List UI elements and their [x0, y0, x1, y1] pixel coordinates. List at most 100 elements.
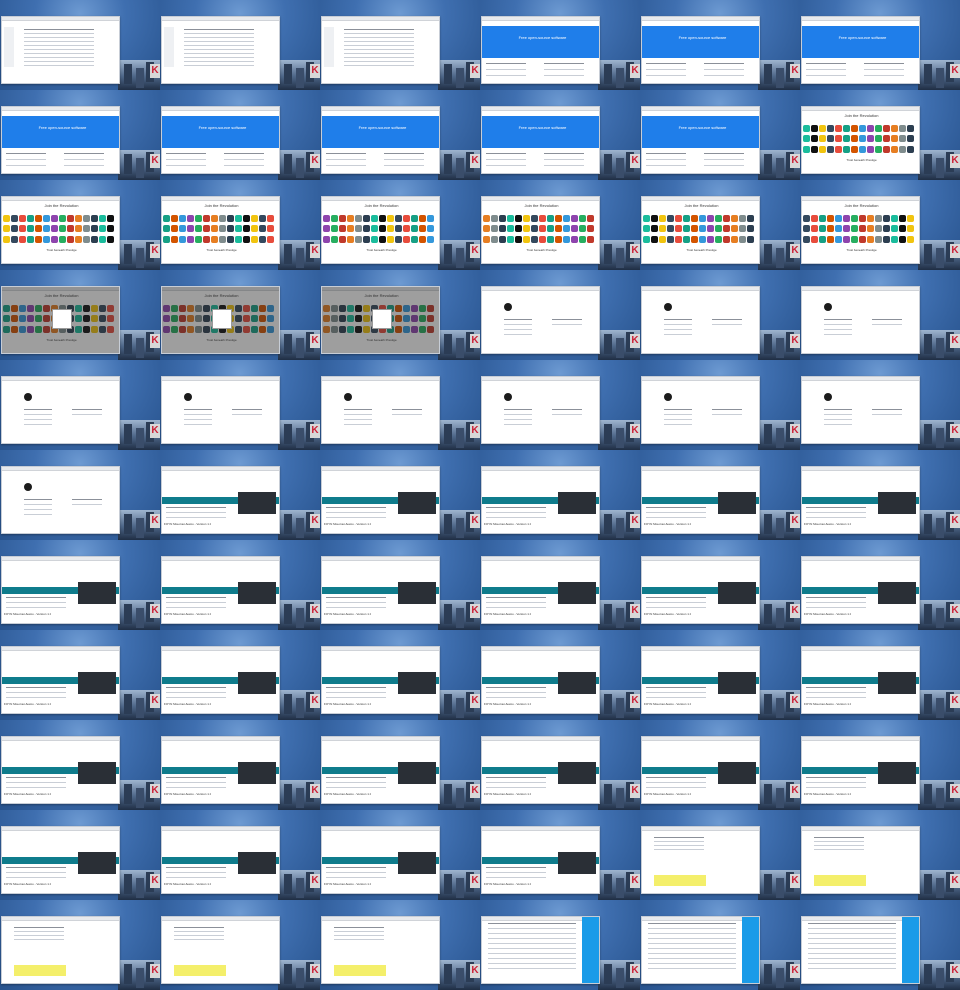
browser-window[interactable]: ΣΟΥΝ Μειωτικό Δικαιο - Version 1.0 [481, 466, 600, 534]
browser-window[interactable]: ΣΟΥΝ Μειωτικό Δικαιο - Version 1.0 [801, 736, 920, 804]
screenshot-thumbnail[interactable]: K Join the Revolution Trust beneath Presti… [160, 270, 320, 360]
browser-window[interactable]: ΣΟΥΝ Μειωτικό Δικαιο - Version 1.0 [641, 736, 760, 804]
browser-window[interactable]: Join the Revolution Trust beneath Prestig… [321, 196, 440, 264]
screenshot-thumbnail[interactable]: K ΣΟΥΝ Μειωτικό Δικαιο - Version 1.0 [640, 450, 800, 540]
browser-window[interactable]: Join the Revolution Trust beneath Prestig… [801, 106, 920, 174]
screenshot-thumbnail[interactable]: K Free open-source software [800, 0, 960, 90]
screenshot-thumbnail[interactable]: K Free open-source software [0, 90, 160, 180]
browser-window[interactable]: ΣΟΥΝ Μειωτικό Δικαιο - Version 1.0 [161, 466, 280, 534]
screenshot-thumbnail[interactable]: K ΣΟΥΝ Μειωτικό Δικαιο - Version 1.0 [160, 630, 320, 720]
browser-window[interactable]: ΣΟΥΝ Μειωτικό Δικαιο - Version 1.0 [1, 646, 120, 714]
browser-window[interactable]: Free open-source software [481, 106, 600, 174]
browser-window[interactable]: ΣΟΥΝ Μειωτικό Δικαιο - Version 1.0 [481, 826, 600, 894]
screenshot-thumbnail[interactable]: K Join the Revolution Trust beneath Presti… [320, 180, 480, 270]
browser-window[interactable]: ΣΟΥΝ Μειωτικό Δικαιο - Version 1.0 [161, 556, 280, 624]
browser-window[interactable]: ΣΟΥΝ Μειωτικό Δικαιο - Version 1.0 [481, 646, 600, 714]
screenshot-thumbnail[interactable]: K [480, 270, 640, 360]
browser-window[interactable]: ΣΟΥΝ Μειωτικό Δικαιο - Version 1.0 [481, 556, 600, 624]
screenshot-thumbnail[interactable]: K Join the Revolution Trust beneath Presti… [480, 180, 640, 270]
screenshot-thumbnail[interactable]: K [320, 360, 480, 450]
browser-window[interactable] [1, 376, 120, 444]
screenshot-thumbnail[interactable]: K ΣΟΥΝ Μειωτικό Δικαιο - Version 1.0 [0, 540, 160, 630]
screenshot-thumbnail[interactable]: K ΣΟΥΝ Μειωτικό Δικαιο - Version 1.0 [0, 720, 160, 810]
screenshot-thumbnail[interactable]: K ΣΟΥΝ Μειωτικό Δικαιο - Version 1.0 [480, 630, 640, 720]
browser-window[interactable] [321, 376, 440, 444]
browser-window[interactable]: Free open-source software [481, 16, 600, 84]
screenshot-thumbnail[interactable]: K ΣΟΥΝ Μειωτικό Δικαιο - Version 1.0 [320, 450, 480, 540]
screenshot-thumbnail[interactable]: K [0, 450, 160, 540]
screenshot-thumbnail[interactable]: K [0, 360, 160, 450]
browser-window[interactable]: Free open-source software [801, 16, 920, 84]
browser-window[interactable]: ΣΟΥΝ Μειωτικό Δικαιο - Version 1.0 [1, 736, 120, 804]
browser-window[interactable] [641, 826, 760, 894]
screenshot-thumbnail[interactable]: K Free open-source software [640, 90, 800, 180]
screenshot-thumbnail[interactable]: K ΣΟΥΝ Μειωτικό Δικαιο - Version 1.0 [320, 720, 480, 810]
browser-window[interactable]: Join the Revolution Trust beneath Prestig… [161, 196, 280, 264]
screenshot-thumbnail[interactable]: K [160, 0, 320, 90]
screenshot-thumbnail[interactable]: K Free open-source software [640, 0, 800, 90]
browser-window[interactable] [161, 16, 280, 84]
screenshot-thumbnail[interactable]: K [160, 900, 320, 990]
browser-window[interactable] [481, 916, 600, 984]
browser-window[interactable]: Join the Revolution Trust beneath Prestig… [641, 196, 760, 264]
screenshot-thumbnail[interactable]: K Free open-source software [480, 90, 640, 180]
screenshot-thumbnail[interactable]: K Join the Revolution Trust beneath Presti… [320, 270, 480, 360]
screenshot-thumbnail[interactable]: K Free open-source software [320, 90, 480, 180]
browser-window[interactable] [801, 286, 920, 354]
browser-window[interactable]: Free open-source software [641, 106, 760, 174]
browser-window[interactable]: ΣΟΥΝ Μειωτικό Δικαιο - Version 1.0 [321, 466, 440, 534]
browser-window[interactable]: Free open-source software [1, 106, 120, 174]
browser-window[interactable]: ΣΟΥΝ Μειωτικό Δικαιο - Version 1.0 [801, 646, 920, 714]
browser-window[interactable]: ΣΟΥΝ Μειωτικό Δικαιο - Version 1.0 [641, 646, 760, 714]
screenshot-thumbnail[interactable]: K ΣΟΥΝ Μειωτικό Δικαιο - Version 1.0 [160, 810, 320, 900]
screenshot-thumbnail[interactable]: K [480, 360, 640, 450]
browser-window[interactable]: ΣΟΥΝ Μειωτικό Δικαιο - Version 1.0 [641, 466, 760, 534]
screenshot-thumbnail[interactable]: K ΣΟΥΝ Μειωτικό Δικαιο - Version 1.0 [640, 540, 800, 630]
screenshot-thumbnail[interactable]: K [800, 900, 960, 990]
screenshot-thumbnail[interactable]: K ΣΟΥΝ Μειωτικό Δικαιο - Version 1.0 [640, 630, 800, 720]
screenshot-thumbnail[interactable]: K [0, 900, 160, 990]
browser-window[interactable]: Free open-source software [161, 106, 280, 174]
screenshot-thumbnail[interactable]: K [640, 900, 800, 990]
screenshot-thumbnail[interactable]: K [640, 810, 800, 900]
screenshot-thumbnail[interactable]: K [320, 0, 480, 90]
browser-window[interactable] [1, 466, 120, 534]
browser-window[interactable] [481, 286, 600, 354]
browser-window[interactable]: ΣΟΥΝ Μειωτικό Δικαιο - Version 1.0 [801, 466, 920, 534]
browser-window[interactable]: Join the Revolution Trust beneath Prestig… [481, 196, 600, 264]
browser-window[interactable]: ΣΟΥΝ Μειωτικό Δικαιο - Version 1.0 [801, 556, 920, 624]
browser-window[interactable] [641, 286, 760, 354]
browser-window[interactable]: Free open-source software [641, 16, 760, 84]
browser-window[interactable] [481, 376, 600, 444]
screenshot-thumbnail[interactable]: K [800, 270, 960, 360]
screenshot-thumbnail[interactable]: K [480, 900, 640, 990]
screenshot-thumbnail[interactable]: K [160, 360, 320, 450]
screenshot-thumbnail[interactable]: K [800, 360, 960, 450]
screenshot-thumbnail[interactable]: K ΣΟΥΝ Μειωτικό Δικαιο - Version 1.0 [480, 450, 640, 540]
browser-window[interactable] [801, 376, 920, 444]
browser-window[interactable]: ΣΟΥΝ Μειωτικό Δικαιο - Version 1.0 [321, 736, 440, 804]
screenshot-thumbnail[interactable]: K [640, 270, 800, 360]
screenshot-thumbnail[interactable]: K Join the Revolution Trust beneath Presti… [0, 270, 160, 360]
screenshot-thumbnail[interactable]: K ΣΟΥΝ Μειωτικό Δικαιο - Version 1.0 [320, 630, 480, 720]
browser-window[interactable]: Free open-source software [321, 106, 440, 174]
screenshot-thumbnail[interactable]: K ΣΟΥΝ Μειωτικό Δικαιο - Version 1.0 [0, 630, 160, 720]
screenshot-thumbnail[interactable]: K Join the Revolution Trust beneath Presti… [640, 180, 800, 270]
browser-window[interactable]: ΣΟΥΝ Μειωτικό Δικαιο - Version 1.0 [321, 826, 440, 894]
browser-window[interactable]: Join the Revolution Trust beneath Prestig… [1, 196, 120, 264]
screenshot-thumbnail[interactable]: K ΣΟΥΝ Μειωτικό Δικαιο - Version 1.0 [800, 720, 960, 810]
browser-window[interactable]: ΣΟΥΝ Μειωτικό Δικαιο - Version 1.0 [161, 646, 280, 714]
browser-window[interactable]: ΣΟΥΝ Μειωτικό Δικαιο - Version 1.0 [481, 736, 600, 804]
screenshot-thumbnail[interactable]: K Join the Revolution Trust beneath Presti… [800, 90, 960, 180]
screenshot-thumbnail[interactable]: K [320, 900, 480, 990]
browser-window[interactable]: ΣΟΥΝ Μειωτικό Δικαιο - Version 1.0 [321, 646, 440, 714]
screenshot-thumbnail[interactable]: K ΣΟΥΝ Μειωτικό Δικαιο - Version 1.0 [160, 540, 320, 630]
browser-window[interactable]: Join the Revolution Trust beneath Prestig… [1, 286, 120, 354]
screenshot-thumbnail[interactable]: K ΣΟΥΝ Μειωτικό Δικαιο - Version 1.0 [480, 540, 640, 630]
screenshot-thumbnail[interactable]: K [800, 810, 960, 900]
screenshot-thumbnail[interactable]: K ΣΟΥΝ Μειωτικό Δικαιο - Version 1.0 [160, 450, 320, 540]
browser-window[interactable]: ΣΟΥΝ Μειωτικό Δικαιο - Version 1.0 [1, 826, 120, 894]
screenshot-thumbnail[interactable]: K ΣΟΥΝ Μειωτικό Δικαιο - Version 1.0 [0, 810, 160, 900]
screenshot-thumbnail[interactable]: K ΣΟΥΝ Μειωτικό Δικαιο - Version 1.0 [800, 630, 960, 720]
browser-window[interactable]: ΣΟΥΝ Μειωτικό Δικαιο - Version 1.0 [1, 556, 120, 624]
